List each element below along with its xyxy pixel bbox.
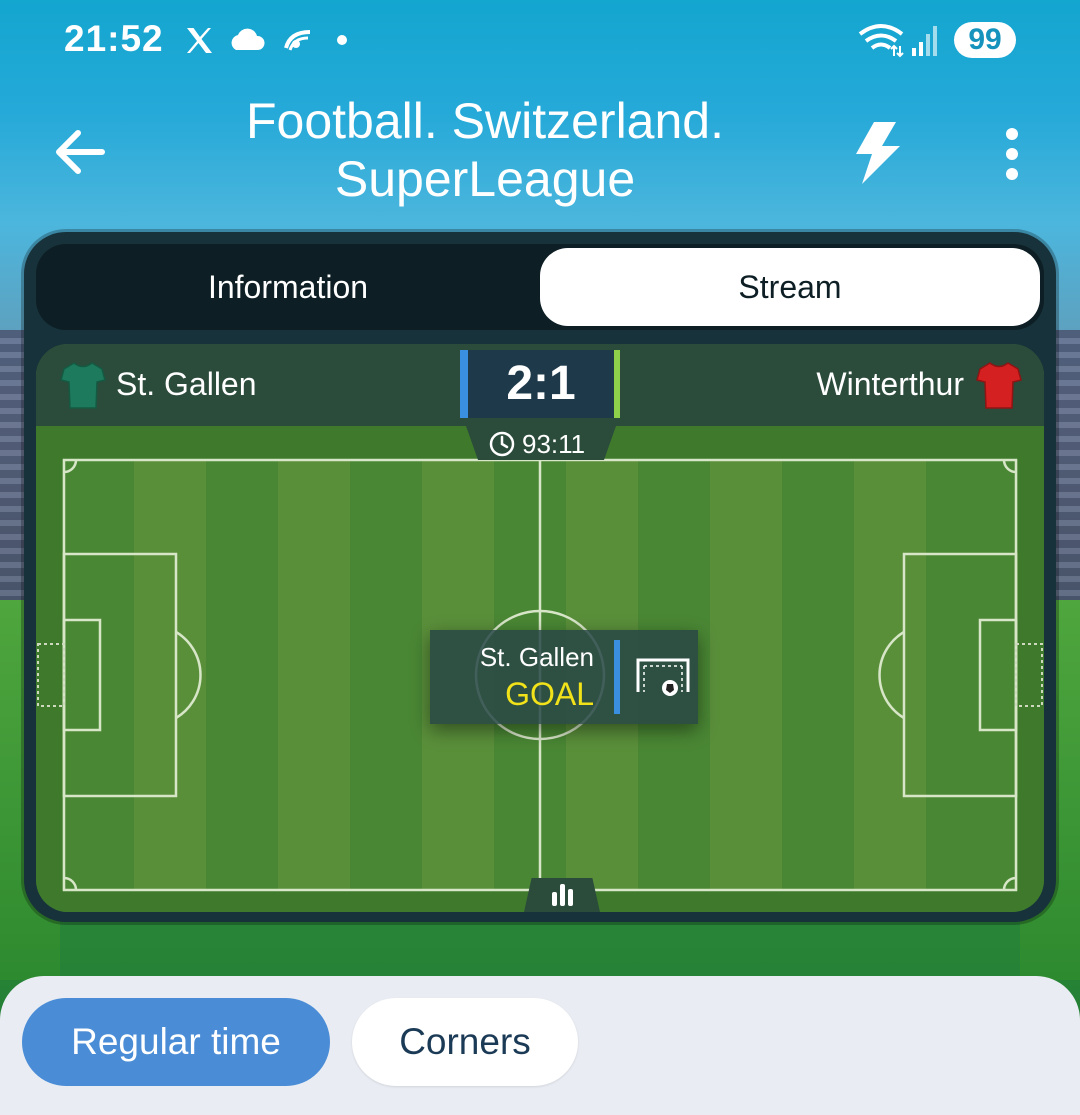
wifi-icon <box>858 24 904 58</box>
event-team: St. Gallen <box>479 642 594 672</box>
status-time: 21:52 <box>64 18 164 59</box>
event-team-color-bar <box>614 640 620 714</box>
page-title-line1: Football. Switzerland. <box>245 93 724 149</box>
page-title-line2: SuperLeague <box>334 151 636 207</box>
bottom-sheet: Regular time Corners <box>0 976 1080 1115</box>
home-jersey-icon <box>60 362 106 409</box>
tab-information[interactable]: Information <box>36 248 540 326</box>
match-card: Information Stream St. Gallen 2:1 Winter… <box>24 232 1056 922</box>
chip-corners[interactable]: Corners <box>352 998 578 1086</box>
clock-icon <box>489 431 515 457</box>
lightning-icon[interactable] <box>848 118 904 188</box>
away-jersey-icon <box>976 362 1022 409</box>
score: 2:1 <box>506 357 576 410</box>
match-timer: 93:11 <box>466 426 616 460</box>
tab-stream[interactable]: Stream <box>540 248 1040 326</box>
scoreboard: St. Gallen 2:1 Winterthur <box>36 344 1044 426</box>
match-tracker: St. Gallen 2:1 Winterthur 93:11 St. Gall… <box>36 344 1044 912</box>
dot-icon <box>337 35 347 45</box>
event-popup: St. Gallen GOAL <box>430 630 698 724</box>
more-vertical-icon[interactable] <box>990 122 1034 186</box>
app-icon <box>284 30 311 51</box>
away-team-name: Winterthur <box>816 366 964 402</box>
page-title: Football. Switzerland. SuperLeague <box>200 92 770 208</box>
x-icon <box>187 28 212 53</box>
signal-icon <box>912 26 937 56</box>
event-type: GOAL <box>505 676 594 712</box>
home-team-name: St. Gallen <box>116 366 257 402</box>
tab-bar: Information Stream <box>36 244 1044 330</box>
bar-chart-icon <box>552 884 573 906</box>
goal-net-icon <box>636 658 690 696</box>
status-bar: 21:52 99 <box>0 0 1080 80</box>
battery-indicator: 99 <box>954 22 1016 58</box>
score-box: 2:1 <box>460 350 620 418</box>
chip-regular-time[interactable]: Regular time <box>22 998 330 1086</box>
match-time: 93:11 <box>522 429 586 459</box>
cloud-icon <box>231 28 265 50</box>
stats-toggle-button[interactable] <box>524 878 600 912</box>
back-arrow-icon[interactable] <box>48 120 112 184</box>
